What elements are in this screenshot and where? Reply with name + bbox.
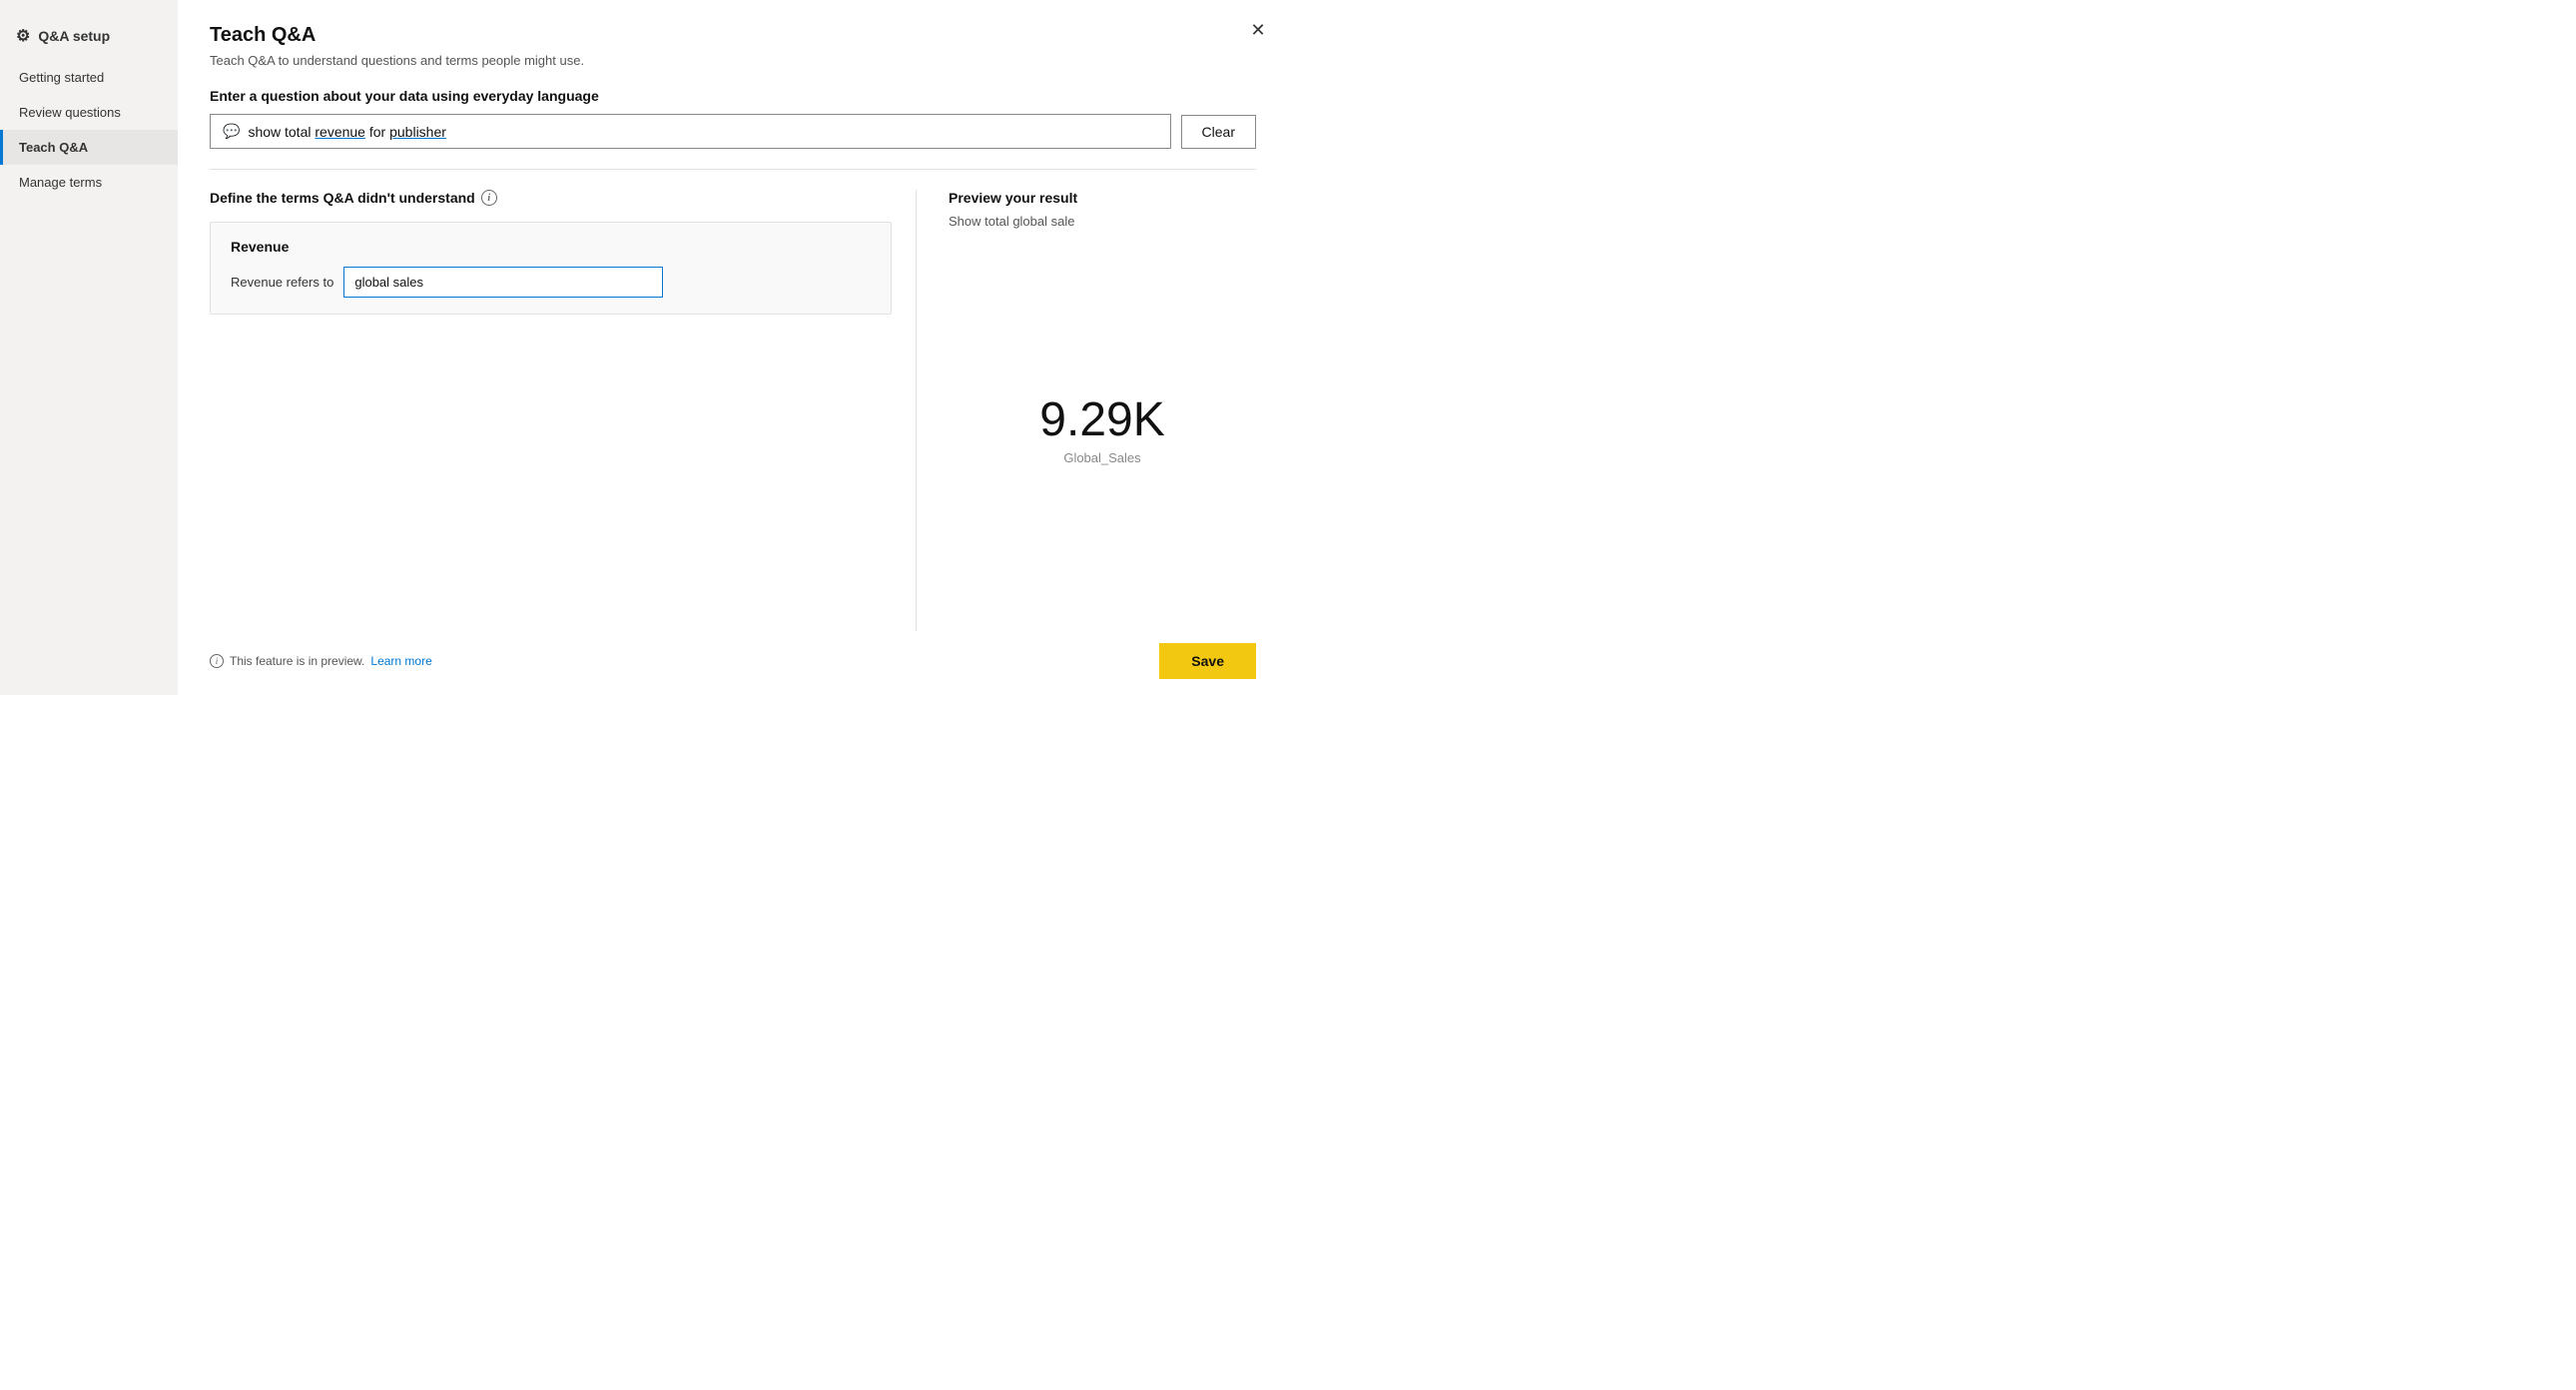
close-icon: ✕ <box>1250 20 1265 41</box>
preview-big-number: 9.29K <box>1039 394 1164 447</box>
question-term-publisher: publisher <box>389 124 446 140</box>
question-prefix: show total <box>248 124 315 140</box>
question-section-label: Enter a question about your data using e… <box>210 88 1256 104</box>
learn-more-link[interactable]: Learn more <box>370 654 431 668</box>
close-button[interactable]: ✕ <box>1244 16 1272 44</box>
sidebar-item-getting-started[interactable]: Getting started <box>0 60 178 95</box>
preview-value-area: 9.29K Global_Sales <box>949 229 1256 631</box>
gear-icon: ⚙ <box>16 26 30 46</box>
chat-icon: 💬 <box>223 123 240 140</box>
term-name: Revenue <box>231 239 871 255</box>
define-section: Define the terms Q&A didn't understand i… <box>210 190 917 631</box>
sidebar-item-teach-qa[interactable]: Teach Q&A <box>0 130 178 165</box>
sidebar-item-manage-terms[interactable]: Manage terms <box>0 165 178 200</box>
question-input-wrapper[interactable]: 💬 show total revenue for publisher <box>210 114 1171 149</box>
page-title: Teach Q&A <box>210 24 1256 47</box>
action-area: Save <box>1159 643 1256 679</box>
preview-section: Preview your result Show total global sa… <box>917 190 1256 631</box>
sidebar-header-label: Q&A setup <box>38 28 110 44</box>
divider <box>210 169 1256 170</box>
preview-subtitle: Show total global sale <box>949 214 1256 229</box>
question-middle: for <box>365 124 389 140</box>
define-title: Define the terms Q&A didn't understand i <box>210 190 892 206</box>
preview-title: Preview your result <box>949 190 1256 206</box>
clear-button[interactable]: Clear <box>1181 115 1256 149</box>
term-card: Revenue Revenue refers to <box>210 222 892 315</box>
page-subtitle: Teach Q&A to understand questions and te… <box>210 53 1256 68</box>
bottom-bar: i This feature is in preview. Learn more… <box>210 631 1256 679</box>
term-input-row: Revenue refers to <box>231 267 871 298</box>
sidebar: ⚙ Q&A setup Getting started Review quest… <box>0 0 178 695</box>
preview-text: This feature is in preview. <box>230 654 364 668</box>
question-term-revenue: revenue <box>315 124 365 140</box>
term-refers-input[interactable] <box>343 267 663 298</box>
sidebar-item-review-questions[interactable]: Review questions <box>0 95 178 130</box>
define-info-icon[interactable]: i <box>481 190 497 206</box>
content-area: Define the terms Q&A didn't understand i… <box>210 190 1256 631</box>
bottom-left: i This feature is in preview. Learn more <box>210 654 432 668</box>
preview-info-icon: i <box>210 654 224 668</box>
sidebar-header: ⚙ Q&A setup <box>0 16 178 56</box>
preview-value-label: Global_Sales <box>1063 450 1140 465</box>
question-display: show total revenue for publisher <box>248 124 445 140</box>
main-content: ✕ Teach Q&A Teach Q&A to understand ques… <box>178 0 1288 695</box>
term-refers-label: Revenue refers to <box>231 275 333 290</box>
question-row: 💬 show total revenue for publisher Clear <box>210 114 1256 149</box>
save-button[interactable]: Save <box>1159 643 1256 679</box>
